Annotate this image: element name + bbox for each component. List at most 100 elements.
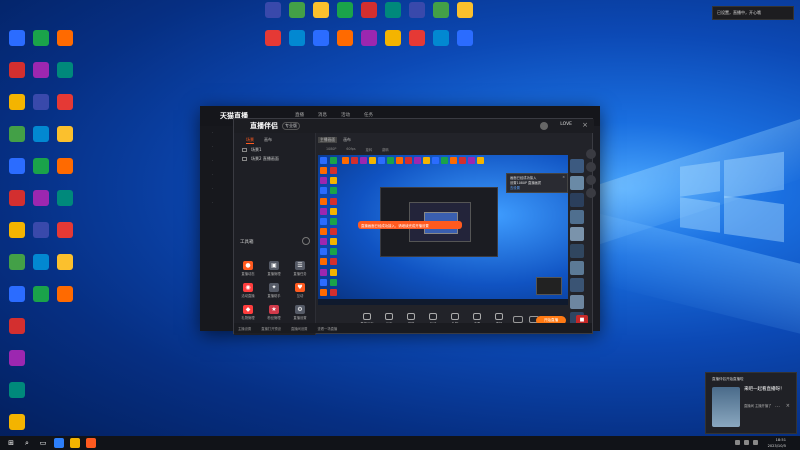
camera-toggle-icon[interactable] [513,315,523,323]
desktop-shortcut-icon[interactable] [284,30,310,58]
desktop-shortcut-icon[interactable] [380,2,406,30]
gallery-thumb[interactable] [570,244,584,258]
desktop-shortcut-icon[interactable] [332,2,358,30]
desktop-shortcut-icon[interactable] [28,30,54,58]
search-icon[interactable]: ⌕ [22,438,32,448]
dock-avatar[interactable] [586,188,596,198]
desktop-shortcut-icon[interactable] [428,2,454,30]
desktop-shortcut-icon[interactable] [28,254,54,282]
desktop-shortcut-icon[interactable] [28,222,54,250]
close-icon[interactable]: × [562,175,565,180]
tab-canvas[interactable]: 画布 [264,137,272,144]
gallery-thumb[interactable] [570,210,584,224]
desktop-shortcut-icon[interactable] [452,30,478,58]
desktop-shortcut-icon[interactable] [4,30,30,58]
sidebar-item[interactable]: · [200,168,234,182]
sidebar-item[interactable]: · [200,154,234,168]
bottom-link[interactable]: 直播打开预设 [261,326,281,331]
close-icon[interactable]: × [786,403,790,409]
desktop-shortcut-icon[interactable] [4,382,30,410]
tray-icon[interactable] [753,440,758,445]
tool-item[interactable]: ☰ 直播任务 [290,261,310,276]
desktop-shortcut-icon[interactable] [52,222,78,250]
windows-start-icon[interactable]: ⊞ [6,438,16,448]
dock-avatar[interactable] [586,162,596,172]
desktop-shortcut-icon[interactable] [308,2,334,30]
tool-item[interactable]: ◉ 活动直播 [238,283,258,298]
username[interactable]: LOVE [560,122,572,127]
desktop-shortcut-icon[interactable] [52,158,78,186]
desktop-shortcut-icon[interactable] [308,30,334,58]
control-item[interactable]: 翻转 [382,147,389,155]
desktop-shortcut-icon[interactable] [28,158,54,186]
desktop-shortcut-icon[interactable] [356,2,382,30]
tool-item[interactable]: ★ 粉丝管理 [264,305,284,320]
task-view-icon[interactable]: ▭ [38,438,48,448]
tray-icon[interactable] [744,440,749,445]
tool-item[interactable]: ✦ 直播助手 [264,283,284,298]
clock[interactable]: 18:51 2023/10/5 [768,437,786,449]
notice-popup[interactable]: × 画面已经成功接入 设置1080P 直播画质 去设置 [506,173,568,193]
tray-icon[interactable] [735,440,740,445]
desktop-shortcut-icon[interactable] [28,190,54,218]
dock-avatar[interactable] [586,149,596,159]
tab-scene[interactable]: 场景 [246,137,254,144]
desktop-shortcut-icon[interactable] [4,94,30,122]
desktop-shortcut-icon[interactable] [52,254,78,282]
desktop-shortcut-icon[interactable] [4,190,30,218]
tool-item[interactable]: ◆ 礼物管理 [238,305,258,320]
desktop-shortcut-icon[interactable] [52,190,78,218]
desktop-shortcut-icon[interactable] [4,350,30,378]
gallery-thumb[interactable] [570,159,584,173]
desktop-shortcut-icon[interactable] [28,94,54,122]
edge-icon[interactable] [54,438,64,448]
gallery-thumb[interactable] [570,227,584,241]
scene-item[interactable]: 场景1 [234,144,315,153]
tab-canvas-preview[interactable]: 画布 [343,137,351,143]
desktop-shortcut-icon[interactable] [380,30,406,58]
desktop-shortcut-icon[interactable] [4,158,30,186]
gallery-thumb[interactable] [570,176,584,190]
bottom-link[interactable]: 查看一场直播 [317,326,337,331]
gallery-thumb[interactable] [570,261,584,275]
desktop-shortcut-icon[interactable] [356,30,382,58]
desktop-shortcut-icon[interactable] [52,94,78,122]
desktop-shortcut-icon[interactable] [260,2,286,30]
notice-link[interactable]: 去设置 [510,186,564,191]
sidebar-item[interactable]: · [200,126,234,140]
desktop-shortcut-icon[interactable] [4,62,30,90]
desktop-shortcut-icon[interactable] [52,126,78,154]
close-icon[interactable]: × [582,121,588,129]
more-icon[interactable]: … [775,403,780,409]
sidebar-item[interactable]: · [200,140,234,154]
gallery-thumb[interactable] [570,193,584,207]
tab-preview[interactable]: 主播画面 [318,137,338,143]
tool-item[interactable]: ● 直播动态 [238,261,258,276]
tool-item[interactable]: ▣ 直播管理 [264,261,284,276]
dock-avatar[interactable] [586,175,596,185]
desktop-shortcut-icon[interactable] [52,286,78,314]
desktop-shortcut-icon[interactable] [404,30,430,58]
bottom-link[interactable]: 直播间设置 [291,326,307,331]
desktop-shortcut-icon[interactable] [4,318,30,346]
desktop-shortcut-icon[interactable] [4,222,30,250]
live-notification[interactable]: 直播伴侣开始直播啦 来吧一起看直播呀！ 直播间 主播开播了 … × [705,372,797,434]
desktop-shortcut-icon[interactable] [332,30,358,58]
avatar[interactable] [540,122,548,130]
desktop-shortcut-icon[interactable] [4,286,30,314]
desktop-shortcut-icon[interactable] [4,254,30,282]
desktop-shortcut-icon[interactable] [52,62,78,90]
desktop-shortcut-icon[interactable] [28,126,54,154]
desktop-shortcut-icon[interactable] [404,2,430,30]
desktop-shortcut-icon[interactable] [28,286,54,314]
tool-item[interactable]: ⚙ 直播设置 [290,305,310,320]
desktop-shortcut-icon[interactable] [428,30,454,58]
live-studio-taskbar-icon[interactable] [86,438,96,448]
gallery-thumb[interactable] [570,278,584,292]
scene-item[interactable]: 场景2 直播画面 [234,153,315,162]
desktop-shortcut-icon[interactable] [452,2,478,30]
desktop-shortcut-icon[interactable] [52,30,78,58]
folder-icon[interactable] [70,438,80,448]
control-item[interactable]: 旋转 [366,147,373,155]
settings-icon[interactable] [302,237,310,245]
